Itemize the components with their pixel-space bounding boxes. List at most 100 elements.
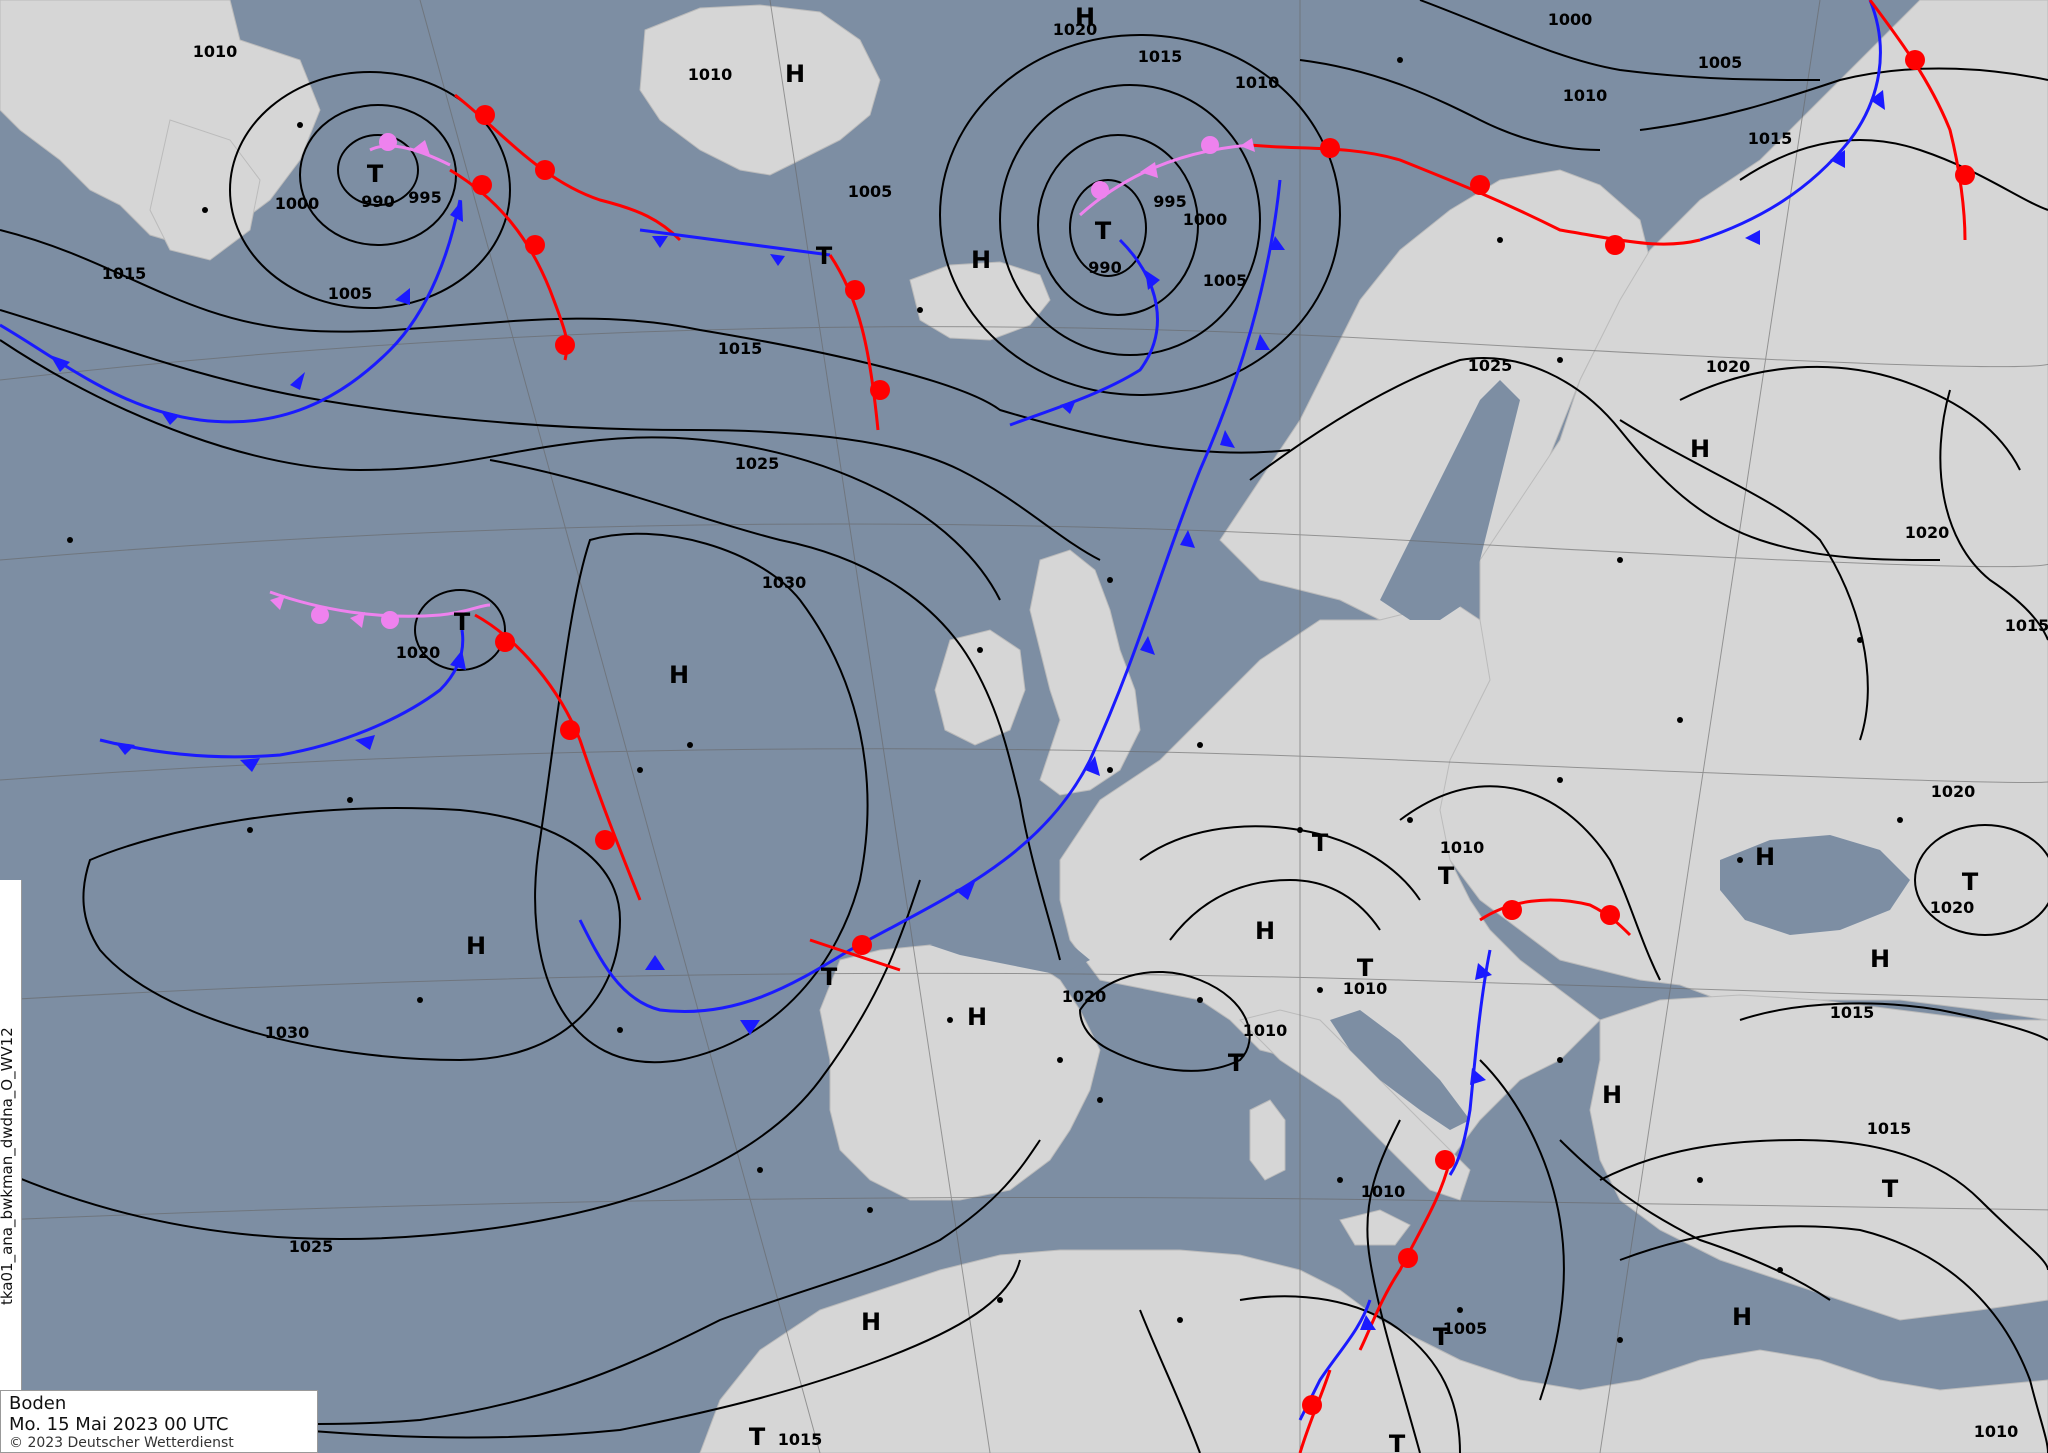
pressure-center: H <box>1075 3 1095 31</box>
station-dot <box>67 537 73 543</box>
station-dot <box>1107 577 1113 583</box>
pressure-center: H <box>1602 1081 1622 1109</box>
warm-front-semicircle <box>560 720 580 740</box>
station-dot <box>1557 1057 1563 1063</box>
pressure-center: T <box>816 242 833 270</box>
station-dot <box>867 1207 873 1213</box>
isobar-label: 1015 <box>102 264 147 283</box>
station-dot <box>1737 857 1743 863</box>
pressure-center: H <box>1732 1303 1752 1331</box>
pressure-center: T <box>1962 868 1979 896</box>
product-id-label: tka01_ana_bwkman_dwdna_O_WV12 <box>0 1027 16 1305</box>
warm-front-semicircle <box>475 105 495 125</box>
station-dot <box>1197 997 1203 1003</box>
isobar-label: 1020 <box>1931 782 1976 801</box>
isobar-label: 1005 <box>328 284 373 303</box>
isobar-label: 1010 <box>1440 838 1485 857</box>
isobar-label: 1020 <box>396 643 441 662</box>
isobar-label: 1015 <box>1138 47 1183 66</box>
station-dot <box>1057 1057 1063 1063</box>
station-dot <box>1197 742 1203 748</box>
warm-front-semicircle <box>495 632 515 652</box>
station-dot <box>617 1027 623 1033</box>
station-dot <box>1407 817 1413 823</box>
pressure-center: T <box>821 963 838 991</box>
pressure-center: T <box>454 608 471 636</box>
pressure-center: H <box>669 661 689 689</box>
isobar-label: 1010 <box>1974 1422 2019 1441</box>
station-dot <box>1617 1337 1623 1343</box>
isobar-label: 1025 <box>735 454 780 473</box>
warm-front-semicircle <box>1302 1395 1322 1415</box>
warm-front-semicircle <box>870 380 890 400</box>
pressure-center: T <box>1433 1323 1450 1351</box>
pressure-center: T <box>367 160 384 188</box>
isobar-label: 1020 <box>1706 357 1751 376</box>
pressure-center: T <box>1095 217 1112 245</box>
station-dot <box>1617 557 1623 563</box>
station-dot <box>997 1297 1003 1303</box>
isobar-label: 1025 <box>289 1237 334 1256</box>
pressure-center: T <box>1882 1175 1899 1203</box>
pressure-center: H <box>971 246 991 274</box>
station-dot <box>1857 637 1863 643</box>
isobar-label: 1030 <box>762 573 807 592</box>
caption-box: Boden Mo. 15 Mai 2023 00 UTC © 2023 Deut… <box>0 1390 318 1453</box>
station-dot <box>1497 237 1503 243</box>
station-dot <box>947 1017 953 1023</box>
station-dot <box>1337 1177 1343 1183</box>
warm-front-semicircle <box>1435 1150 1455 1170</box>
station-dot <box>202 207 208 213</box>
pressure-center: H <box>1255 917 1275 945</box>
warm-front-semicircle <box>845 280 865 300</box>
occluded-front-semicircle <box>1091 181 1109 199</box>
copyright-label: © 2023 Deutscher Wetterdienst <box>9 1435 234 1451</box>
pressure-center: H <box>1870 945 1890 973</box>
station-dot <box>757 1167 763 1173</box>
station-dot <box>1897 817 1903 823</box>
warm-front-semicircle <box>525 235 545 255</box>
isobar-label: 1030 <box>265 1023 310 1042</box>
isobar-label: 1015 <box>1867 1119 1912 1138</box>
warm-front-semicircle <box>555 335 575 355</box>
station-dot <box>687 742 693 748</box>
station-dot <box>297 122 303 128</box>
station-dot <box>1297 827 1303 833</box>
isobar-label: 1015 <box>718 339 763 358</box>
pressure-center: H <box>785 60 805 88</box>
warm-front-semicircle <box>852 935 872 955</box>
occluded-front-semicircle <box>381 611 399 629</box>
pressure-center: H <box>967 1003 987 1031</box>
isobar-label: 1005 <box>1443 1319 1488 1338</box>
isobar-label: 1010 <box>1243 1021 1288 1040</box>
isobar-label: 1010 <box>1235 73 1280 92</box>
isobar-label: 995 <box>408 188 441 207</box>
pressure-center: T <box>749 1423 766 1451</box>
isobar-label: 1015 <box>2005 616 2048 635</box>
warm-front-semicircle <box>1320 138 1340 158</box>
isobar-label: 1015 <box>778 1430 823 1449</box>
pressure-center: T <box>1438 862 1455 890</box>
station-dot <box>1557 357 1563 363</box>
station-dot <box>1697 1177 1703 1183</box>
isobar-label: 995 <box>1153 192 1186 211</box>
isobar-label: 1005 <box>1698 53 1743 72</box>
isobar-label: 1020 <box>1930 898 1975 917</box>
station-dot <box>417 997 423 1003</box>
warm-front-semicircle <box>1955 165 1975 185</box>
pressure-center: T <box>1228 1049 1245 1077</box>
weather-map: 1010 1010 1020 1015 1010 1000 1005 1010 … <box>0 0 2048 1453</box>
station-dot <box>1177 1317 1183 1323</box>
station-dot <box>1777 1267 1783 1273</box>
station-dot <box>1457 1307 1463 1313</box>
station-dot <box>1317 987 1323 993</box>
station-dot <box>1677 717 1683 723</box>
warm-front-semicircle <box>1600 905 1620 925</box>
station-dot <box>1097 1097 1103 1103</box>
warm-front-semicircle <box>1502 900 1522 920</box>
isobar-label: 1000 <box>1183 210 1228 229</box>
warm-front-semicircle <box>1605 235 1625 255</box>
warm-front-semicircle <box>535 160 555 180</box>
station-dot <box>347 797 353 803</box>
pressure-center: T <box>1389 1430 1406 1453</box>
